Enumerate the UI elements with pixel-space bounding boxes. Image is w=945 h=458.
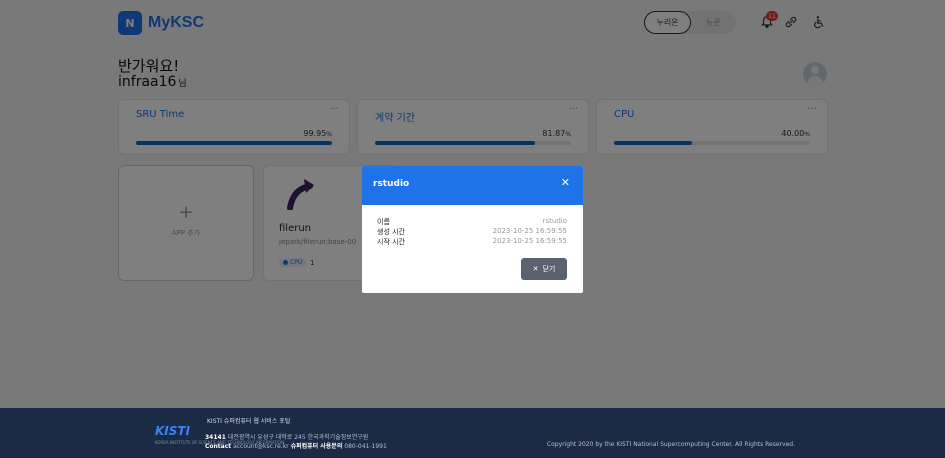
close-button[interactable]: ✕ 닫기 (521, 258, 567, 280)
footer-address: 34141 대전광역시 유성구 대학로 245 한국과학기술정보연구원 (205, 434, 369, 441)
kisti-logo[interactable]: KISTI (155, 424, 190, 438)
info-row-name: 이름 rstudio (377, 217, 567, 226)
modal-header: rstudio ✕ (362, 166, 583, 205)
footer-portal-name: KISTI 슈퍼컴퓨터 웹 서비스 포털 (207, 418, 291, 425)
modal-title: rstudio (373, 179, 410, 189)
close-icon[interactable]: ✕ (561, 176, 570, 189)
footer (0, 408, 945, 458)
app-info-modal: rstudio ✕ 이름 rstudio 생성 시간 2023-10-25 16:5… (362, 166, 583, 293)
footer-copyright: Copyright 2020 by the KISTI National Sup… (546, 441, 795, 448)
close-button-label: 닫기 (542, 265, 556, 273)
close-icon: ✕ (532, 265, 539, 273)
info-row-created: 생성 시간 2023-10-25 16:59:55 (377, 227, 567, 236)
dashboard-page: N MyKSC 누리온 뉴론 11 반가워요! infraa16님 SRU Ti… (0, 0, 945, 458)
info-row-started: 시작 시간 2023-10-25 16:59:55 (377, 237, 567, 246)
footer-contact: Contact account@ksc.re.kr 슈퍼컴퓨터 사용문의 080… (205, 443, 387, 450)
